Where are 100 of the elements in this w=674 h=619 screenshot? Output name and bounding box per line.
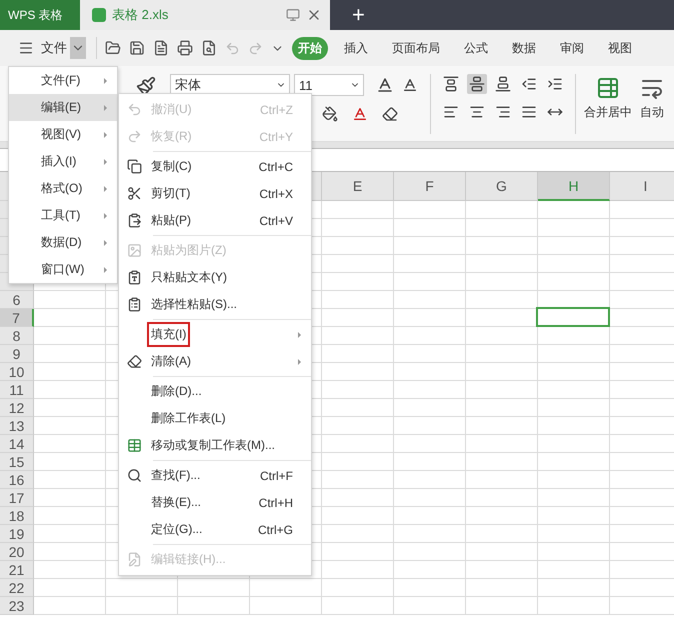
menu-item[interactable]: 数据(D) (9, 229, 117, 256)
table-cell[interactable] (466, 507, 538, 525)
table-cell[interactable] (466, 453, 538, 471)
table-cell[interactable] (394, 327, 466, 345)
save-icon[interactable] (129, 40, 145, 56)
table-cell[interactable] (394, 309, 466, 327)
table-cell[interactable] (250, 597, 322, 615)
table-cell[interactable] (34, 327, 106, 345)
table-cell[interactable] (394, 219, 466, 237)
table-cell[interactable] (466, 561, 538, 579)
table-cell[interactable] (394, 525, 466, 543)
table-cell[interactable] (466, 237, 538, 255)
table-cell[interactable] (322, 453, 394, 471)
table-cell[interactable] (466, 435, 538, 453)
menu-item[interactable]: 清除(A) (119, 348, 311, 375)
ribbon-tab[interactable]: 视图 (602, 36, 638, 60)
table-cell[interactable] (394, 597, 466, 615)
document-tab[interactable]: 表格 2.xls (80, 0, 330, 30)
table-cell[interactable] (466, 417, 538, 435)
column-header[interactable]: E (322, 172, 394, 201)
table-cell[interactable] (538, 417, 610, 435)
table-cell[interactable] (34, 291, 106, 309)
ribbon-tab[interactable]: 公式 (458, 36, 494, 60)
table-cell[interactable] (538, 543, 610, 561)
table-cell[interactable] (394, 471, 466, 489)
table-cell[interactable] (178, 597, 250, 615)
table-cell[interactable] (466, 597, 538, 615)
row-header[interactable]: 9 (0, 345, 34, 363)
table-cell[interactable] (538, 363, 610, 381)
row-header[interactable]: 7 (0, 309, 34, 327)
table-cell[interactable] (538, 579, 610, 597)
table-cell[interactable] (466, 345, 538, 363)
menu-item[interactable]: 只粘贴文本(Y) (119, 264, 311, 291)
table-cell[interactable] (34, 453, 106, 471)
pdf-icon[interactable] (153, 40, 169, 56)
menu-item[interactable]: 删除工作表(L) (119, 405, 311, 432)
table-cell[interactable] (34, 543, 106, 561)
table-cell[interactable] (394, 363, 466, 381)
row-header[interactable]: 14 (0, 435, 34, 453)
menu-item[interactable]: 窗口(W) (9, 256, 117, 283)
table-cell[interactable] (322, 381, 394, 399)
table-cell[interactable] (538, 381, 610, 399)
table-cell[interactable] (466, 327, 538, 345)
print-preview-icon[interactable] (201, 40, 217, 56)
table-cell[interactable] (106, 579, 178, 597)
table-cell[interactable] (538, 237, 610, 255)
menu-item[interactable]: 工具(T) (9, 202, 117, 229)
table-cell[interactable] (466, 255, 538, 273)
table-cell[interactable] (322, 255, 394, 273)
table-cell[interactable] (322, 291, 394, 309)
table-cell[interactable] (466, 471, 538, 489)
table-cell[interactable] (394, 579, 466, 597)
row-header[interactable]: 22 (0, 579, 34, 597)
table-cell[interactable] (394, 417, 466, 435)
table-cell[interactable] (394, 435, 466, 453)
table-cell[interactable] (394, 201, 466, 219)
table-cell[interactable] (538, 399, 610, 417)
row-header[interactable]: 18 (0, 507, 34, 525)
row-header[interactable]: 23 (0, 597, 34, 615)
table-cell[interactable] (394, 453, 466, 471)
table-cell[interactable] (466, 273, 538, 291)
menu-item[interactable]: 查找(F)... Ctrl+F (119, 462, 311, 489)
table-cell[interactable] (394, 273, 466, 291)
table-cell[interactable] (538, 219, 610, 237)
table-cell[interactable] (34, 579, 106, 597)
table-cell[interactable] (322, 273, 394, 291)
table-cell[interactable] (322, 543, 394, 561)
column-header[interactable]: G (466, 172, 538, 201)
menu-item[interactable]: 复制(C) Ctrl+C (119, 153, 311, 180)
menu-item[interactable]: 填充(I) (119, 321, 311, 348)
menu-item[interactable]: 文件(F) (9, 67, 117, 94)
table-cell[interactable] (322, 525, 394, 543)
menu-item[interactable]: 粘贴(P) Ctrl+V (119, 207, 311, 234)
table-cell[interactable] (178, 579, 250, 597)
menu-item[interactable]: 移动或复制工作表(M)... (119, 432, 311, 459)
table-cell[interactable] (394, 489, 466, 507)
table-cell[interactable] (34, 363, 106, 381)
table-cell[interactable] (322, 471, 394, 489)
table-cell[interactable] (538, 273, 610, 291)
menu-item[interactable]: 视图(V) (9, 121, 117, 148)
table-cell[interactable] (322, 327, 394, 345)
bottom-align-icon[interactable] (493, 74, 513, 94)
row-header[interactable]: 20 (0, 543, 34, 561)
table-cell[interactable] (322, 219, 394, 237)
table-cell[interactable] (322, 201, 394, 219)
table-cell[interactable] (538, 453, 610, 471)
menu-item[interactable]: 插入(I) (9, 148, 117, 175)
monitor-icon[interactable] (286, 8, 300, 22)
menu-item[interactable]: 删除(D)... (119, 378, 311, 405)
table-cell[interactable] (322, 561, 394, 579)
row-header[interactable]: 13 (0, 417, 34, 435)
file-menu-button[interactable]: 文件 (38, 39, 70, 57)
table-cell[interactable] (322, 399, 394, 417)
column-header[interactable]: F (394, 172, 466, 201)
font-size-field[interactable]: 11 (294, 74, 364, 96)
row-header[interactable]: 6 (0, 291, 34, 309)
dropdown-button[interactable] (70, 37, 86, 59)
table-cell[interactable] (538, 345, 610, 363)
table-cell[interactable] (538, 255, 610, 273)
table-cell[interactable] (466, 399, 538, 417)
